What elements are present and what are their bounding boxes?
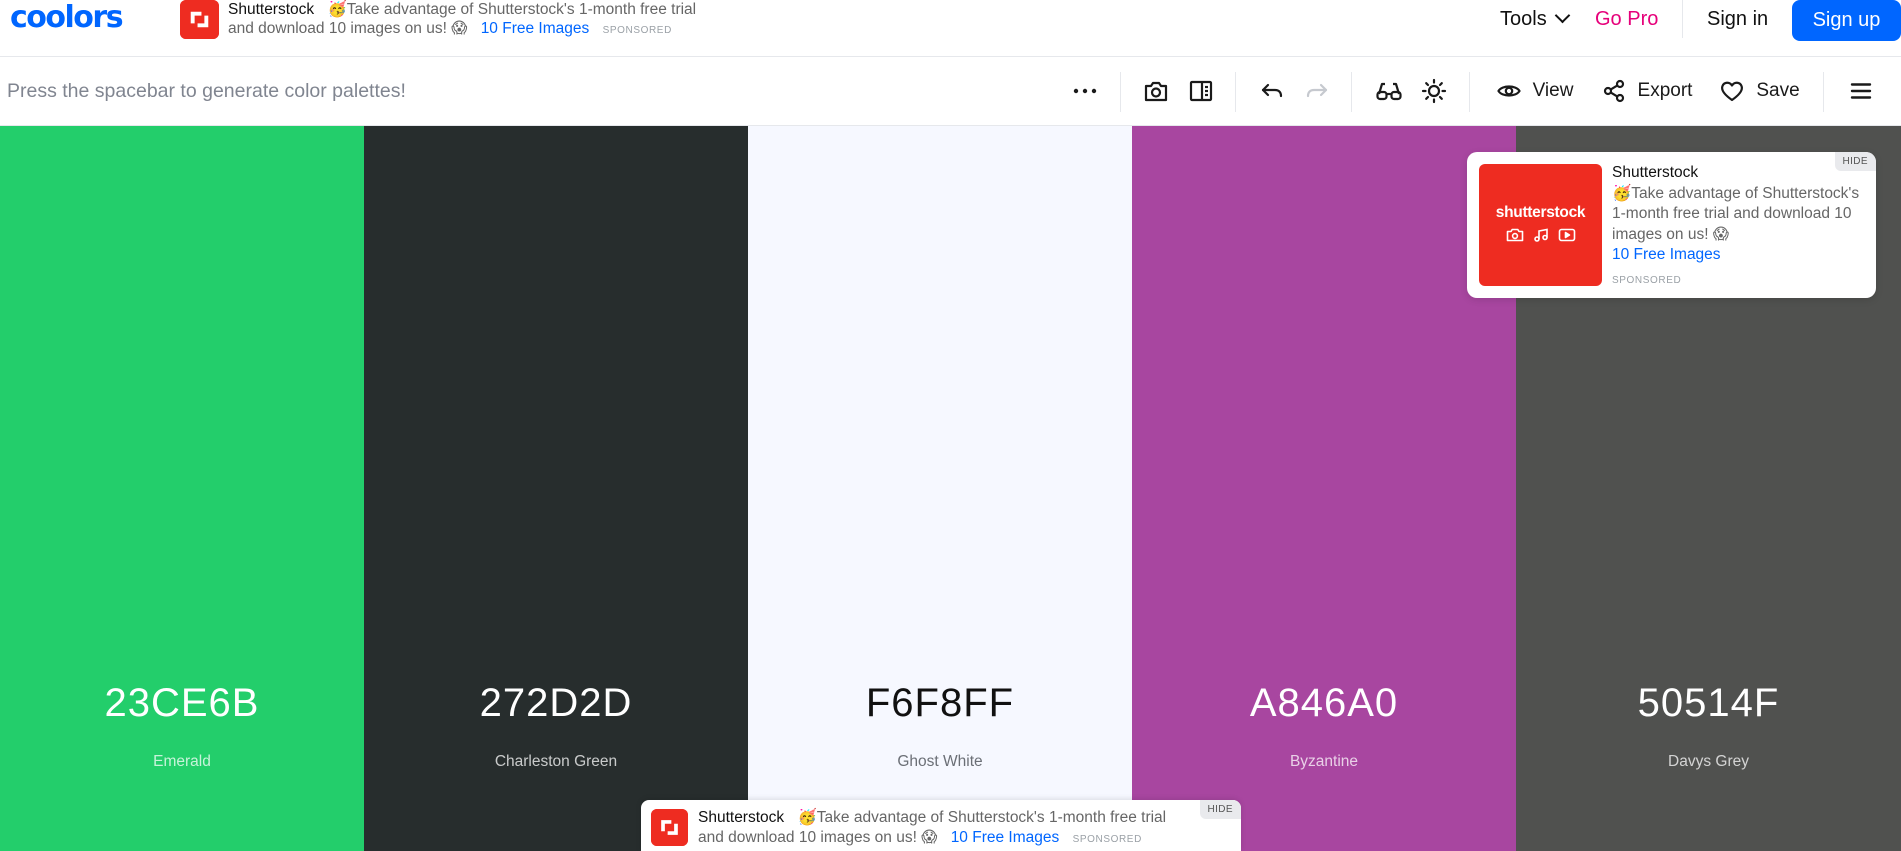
top-sponsored-ad[interactable]: Shutterstock 🥳Take advantage of Shutters… xyxy=(180,0,740,44)
save-button[interactable]: Save xyxy=(1720,69,1800,113)
toolbar-divider xyxy=(1469,72,1470,112)
side-sponsored-ad[interactable]: shutterstock Shutterstock 🥳Take advantag… xyxy=(1467,152,1876,298)
menu-icon xyxy=(1850,82,1872,100)
view-label: View xyxy=(1532,80,1574,101)
side-panel-button[interactable] xyxy=(1185,69,1217,113)
color-swatch[interactable]: 23CE6B Emerald xyxy=(0,126,364,851)
swatch-color-name: Byzantine xyxy=(1289,753,1359,770)
sponsored-label: SPONSORED xyxy=(602,25,672,36)
ad-text: 🥳Take advantage of Shutterstock's 1-mont… xyxy=(797,809,1167,826)
sponsored-label: SPONSORED xyxy=(1072,834,1142,845)
export-button[interactable]: Export xyxy=(1600,69,1694,113)
ad-text: and download 10 images on us! 😱 xyxy=(698,829,938,846)
top-nav: coolors Shutterstock 🥳Take advantage of … xyxy=(0,0,1901,57)
main-menu-button[interactable] xyxy=(1846,69,1876,113)
swatch-hex-code[interactable]: 23CE6B xyxy=(0,681,364,726)
ad-link[interactable]: 10 Free Images xyxy=(481,20,590,37)
adjust-palette-button[interactable] xyxy=(1417,69,1451,113)
chevron-down-icon xyxy=(1554,7,1570,24)
toolbar-divider xyxy=(1823,72,1824,112)
swatch-color-name: Davys Grey xyxy=(1668,753,1749,770)
glasses-icon xyxy=(1375,80,1403,102)
camera-icon xyxy=(1143,79,1169,103)
undo-icon xyxy=(1260,82,1284,100)
color-blindness-button[interactable] xyxy=(1372,69,1406,113)
coolors-logo[interactable]: coolors xyxy=(10,0,124,36)
camera-icon xyxy=(1506,228,1524,247)
music-note-icon xyxy=(1532,228,1550,247)
tools-menu[interactable]: Tools xyxy=(1500,0,1570,38)
ad-brand: Shutterstock xyxy=(228,1,315,18)
go-pro-link[interactable]: Go Pro xyxy=(1595,0,1658,38)
quick-view-button[interactable] xyxy=(1140,69,1172,113)
hide-ad-button[interactable]: HIDE xyxy=(1834,152,1876,171)
swatch-hex-code[interactable]: A846A0 xyxy=(1132,681,1516,726)
ad-text: 🥳Take advantage of Shutterstock's 1-mont… xyxy=(1612,184,1860,243)
bottom-sponsored-ad[interactable]: Shutterstock 🥳Take advantage of Shutters… xyxy=(641,800,1241,851)
toolbar-divider xyxy=(1351,72,1352,112)
swatch-hex-code[interactable]: 272D2D xyxy=(364,681,748,726)
swatch-color-name: Emerald xyxy=(153,753,211,770)
brightness-icon xyxy=(1421,78,1447,104)
shutterstock-logo-icon xyxy=(180,0,219,39)
shutterstock-logo-icon xyxy=(651,809,688,846)
toolbar-divider xyxy=(1235,72,1236,112)
save-label: Save xyxy=(1756,80,1800,101)
sign-in-link[interactable]: Sign in xyxy=(1707,0,1768,38)
eye-icon xyxy=(1496,82,1521,100)
redo-button[interactable] xyxy=(1302,69,1332,113)
swatch-color-name: Charleston Green xyxy=(494,753,618,770)
spacebar-hint: Press the spacebar to generate color pal… xyxy=(7,80,406,102)
shutterstock-ad-image: shutterstock xyxy=(1479,164,1602,286)
nav-divider xyxy=(1682,0,1683,38)
color-swatch[interactable]: 272D2D Charleston Green xyxy=(364,126,748,851)
tools-label: Tools xyxy=(1500,7,1547,30)
ad-brand: Shutterstock xyxy=(698,809,785,826)
swatch-hex-code[interactable]: F6F8FF xyxy=(748,681,1132,726)
redo-icon xyxy=(1305,82,1329,100)
undo-button[interactable] xyxy=(1257,69,1287,113)
sign-up-button[interactable]: Sign up xyxy=(1792,0,1901,41)
color-swatch[interactable]: F6F8FF Ghost White xyxy=(748,126,1132,851)
generator-toolbar: Press the spacebar to generate color pal… xyxy=(0,57,1901,126)
ad-text: 🥳Take advantage of Shutterstock's 1-mont… xyxy=(327,1,697,18)
shutterstock-wordmark: shutterstock xyxy=(1495,204,1586,221)
hide-ad-button[interactable]: HIDE xyxy=(1199,800,1241,819)
more-icon xyxy=(1072,87,1098,95)
heart-icon xyxy=(1720,80,1744,102)
view-button[interactable]: View xyxy=(1496,69,1574,113)
ad-link[interactable]: 10 Free Images xyxy=(1612,246,1721,263)
toolbar-divider xyxy=(1120,72,1121,112)
export-label: Export xyxy=(1637,80,1693,101)
color-swatch[interactable]: A846A0 Byzantine xyxy=(1132,126,1516,851)
sponsored-label: SPONSORED xyxy=(1612,275,1682,286)
ad-link[interactable]: 10 Free Images xyxy=(951,829,1060,846)
ad-brand: Shutterstock xyxy=(1612,164,1699,181)
more-options-button[interactable] xyxy=(1068,69,1102,113)
side-panel-icon xyxy=(1189,80,1213,102)
video-play-icon xyxy=(1558,228,1576,247)
swatch-hex-code[interactable]: 50514F xyxy=(1516,681,1901,726)
ad-text: and download 10 images on us! 😱 xyxy=(228,20,468,37)
share-icon xyxy=(1602,79,1626,103)
swatch-color-name: Ghost White xyxy=(897,753,983,770)
